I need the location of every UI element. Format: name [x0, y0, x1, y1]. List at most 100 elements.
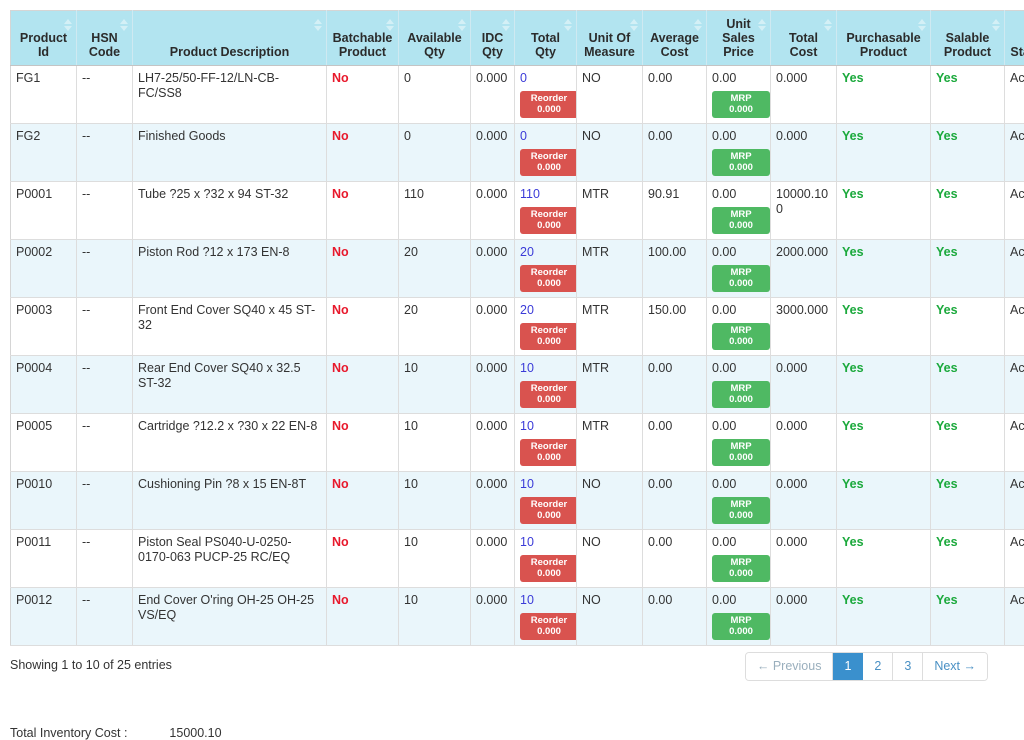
total-qty-link[interactable]: 10 — [520, 419, 571, 434]
status-value: Active — [1010, 593, 1024, 607]
table-row[interactable]: P0012--End Cover O'ring OH-25 OH-25 VS/E… — [11, 588, 1024, 646]
column-header-average_cost[interactable]: Average Cost — [643, 11, 707, 66]
total-qty-link[interactable]: 20 — [520, 303, 571, 318]
pagination-page-3[interactable]: 3 — [893, 653, 923, 680]
column-header-product_desc[interactable]: Product Description — [133, 11, 327, 66]
sort-arrow-icon[interactable] — [458, 19, 466, 31]
product_id-value: P0011 — [16, 535, 51, 549]
total-qty-link[interactable]: 10 — [520, 477, 571, 492]
table-row[interactable]: P0005--Cartridge ?12.2 x ?30 x 22 EN-8No… — [11, 414, 1024, 472]
cell-unit_of_measure: MTR — [577, 414, 643, 472]
available_qty-value: 110 — [404, 187, 424, 201]
sort-arrow-icon[interactable] — [918, 19, 926, 31]
sort-arrow-icon[interactable] — [386, 19, 394, 31]
cell-salable: Yes — [931, 298, 1005, 356]
batchable-flag: No — [332, 535, 349, 549]
column-header-product_id[interactable]: Product Id — [11, 11, 77, 66]
reorder-badge-value: 0.000 — [526, 626, 572, 637]
table-footer: Showing 1 to 10 of 25 entries ← Previous… — [10, 646, 1014, 712]
cell-salable: Yes — [931, 588, 1005, 646]
product_id-value: P0002 — [16, 245, 52, 259]
total_cost-value: 0.000 — [776, 71, 807, 85]
available_qty-value: 20 — [404, 245, 418, 259]
total-qty-link[interactable]: 10 — [520, 361, 571, 376]
cell-salable: Yes — [931, 472, 1005, 530]
product_desc-value: Rear End Cover SQ40 x 32.5 ST-32 — [138, 361, 301, 390]
column-header-salable[interactable]: Salable Product — [931, 11, 1005, 66]
total-qty-link[interactable]: 10 — [520, 535, 571, 550]
product_id-value: P0001 — [16, 187, 52, 201]
unit_of_measure-value: MTR — [582, 187, 609, 201]
hsn_code-value: -- — [82, 361, 90, 375]
table-row[interactable]: P0001--Tube ?25 x ?32 x 94 ST-32No1100.0… — [11, 182, 1024, 240]
column-header-unit_sales_price[interactable]: Unit Sales Price — [707, 11, 771, 66]
sort-arrow-icon[interactable] — [694, 19, 702, 31]
cell-product_id: P0002 — [11, 240, 77, 298]
sort-arrow-icon[interactable] — [64, 19, 72, 31]
reorder-badge-value: 0.000 — [526, 104, 572, 115]
cell-total_cost: 0.000 — [771, 588, 837, 646]
table-row[interactable]: P0011--Piston Seal PS040-U-0250-0170-063… — [11, 530, 1024, 588]
column-header-purchasable[interactable]: Purchasable Product — [837, 11, 931, 66]
cell-unit_of_measure: NO — [577, 66, 643, 124]
column-header-status[interactable]: Status — [1005, 11, 1024, 66]
cell-hsn_code: -- — [77, 298, 133, 356]
sort-arrow-icon[interactable] — [564, 19, 572, 31]
mrp-badge: MRP0.000 — [712, 381, 770, 408]
cell-purchasable: Yes — [837, 66, 931, 124]
sort-arrow-icon[interactable] — [630, 19, 638, 31]
available_qty-value: 20 — [404, 303, 418, 317]
unit_of_measure-value: NO — [582, 535, 601, 549]
cell-total_qty: 20Reorder0.000 — [515, 240, 577, 298]
total-qty-link[interactable]: 110 — [520, 187, 571, 202]
column-header-total_qty[interactable]: Total Qty — [515, 11, 577, 66]
total-qty-link[interactable]: 20 — [520, 245, 571, 260]
table-row[interactable]: P0002--Piston Rod ?12 x 173 EN-8No200.00… — [11, 240, 1024, 298]
pagination-page-1[interactable]: 1 — [833, 653, 863, 680]
cell-idc_qty: 0.000 — [471, 472, 515, 530]
sort-arrow-icon[interactable] — [758, 19, 766, 31]
column-header-idc_qty[interactable]: IDC Qty — [471, 11, 515, 66]
cell-unit_sales_price: 0.00MRP0.000 — [707, 66, 771, 124]
cell-unit_of_measure: MTR — [577, 240, 643, 298]
column-header-hsn_code[interactable]: HSN Code — [77, 11, 133, 66]
salable-flag: Yes — [936, 187, 958, 201]
mrp-badge-title: MRP — [718, 209, 764, 220]
table-row[interactable]: P0004--Rear End Cover SQ40 x 32.5 ST-32N… — [11, 356, 1024, 414]
pagination[interactable]: ← Previous 1 2 3 Next → — [745, 652, 988, 681]
total-qty-link[interactable]: 0 — [520, 129, 571, 144]
pagination-page-2[interactable]: 2 — [863, 653, 893, 680]
column-header-batchable_product[interactable]: Batchable Product — [327, 11, 399, 66]
column-header-unit_of_measure[interactable]: Unit Of Measure — [577, 11, 643, 66]
column-header-available_qty[interactable]: Available Qty — [399, 11, 471, 66]
cell-batchable_product: No — [327, 472, 399, 530]
salable-flag: Yes — [936, 593, 958, 607]
sort-arrow-icon[interactable] — [502, 19, 510, 31]
cell-total_qty: 0Reorder0.000 — [515, 66, 577, 124]
table-row[interactable]: FG1--LH7-25/50-FF-12/LN-CB-FC/SS8No00.00… — [11, 66, 1024, 124]
sort-arrow-icon[interactable] — [824, 19, 832, 31]
sort-arrow-icon[interactable] — [992, 19, 1000, 31]
total_cost-value: 0.000 — [776, 361, 807, 375]
sort-arrow-icon[interactable] — [120, 19, 128, 31]
cell-unit_of_measure: NO — [577, 124, 643, 182]
table-header: Product IdHSN CodeProduct DescriptionBat… — [11, 11, 1024, 66]
reorder-badge-value: 0.000 — [526, 220, 572, 231]
cell-product_desc: Tube ?25 x ?32 x 94 ST-32 — [133, 182, 327, 240]
total_cost-value: 10000.100 — [776, 187, 828, 216]
status-value: Active — [1010, 187, 1024, 201]
cell-total_cost: 0.000 — [771, 124, 837, 182]
table-row[interactable]: P0010--Cushioning Pin ?8 x 15 EN-8TNo100… — [11, 472, 1024, 530]
cell-status: Active — [1005, 588, 1024, 646]
table-row[interactable]: P0003--Front End Cover SQ40 x 45 ST-32No… — [11, 298, 1024, 356]
unit_of_measure-value: NO — [582, 129, 601, 143]
reorder-badge-title: Reorder — [526, 615, 572, 626]
idc_qty-value: 0.000 — [476, 71, 507, 85]
column-header-total_cost[interactable]: Total Cost — [771, 11, 837, 66]
pagination-previous[interactable]: ← Previous — [746, 653, 834, 680]
total-qty-link[interactable]: 0 — [520, 71, 571, 86]
total-qty-link[interactable]: 10 — [520, 593, 571, 608]
pagination-next[interactable]: Next → — [923, 653, 987, 680]
sort-arrow-icon[interactable] — [314, 19, 322, 31]
table-row[interactable]: FG2--Finished GoodsNo00.0000Reorder0.000… — [11, 124, 1024, 182]
